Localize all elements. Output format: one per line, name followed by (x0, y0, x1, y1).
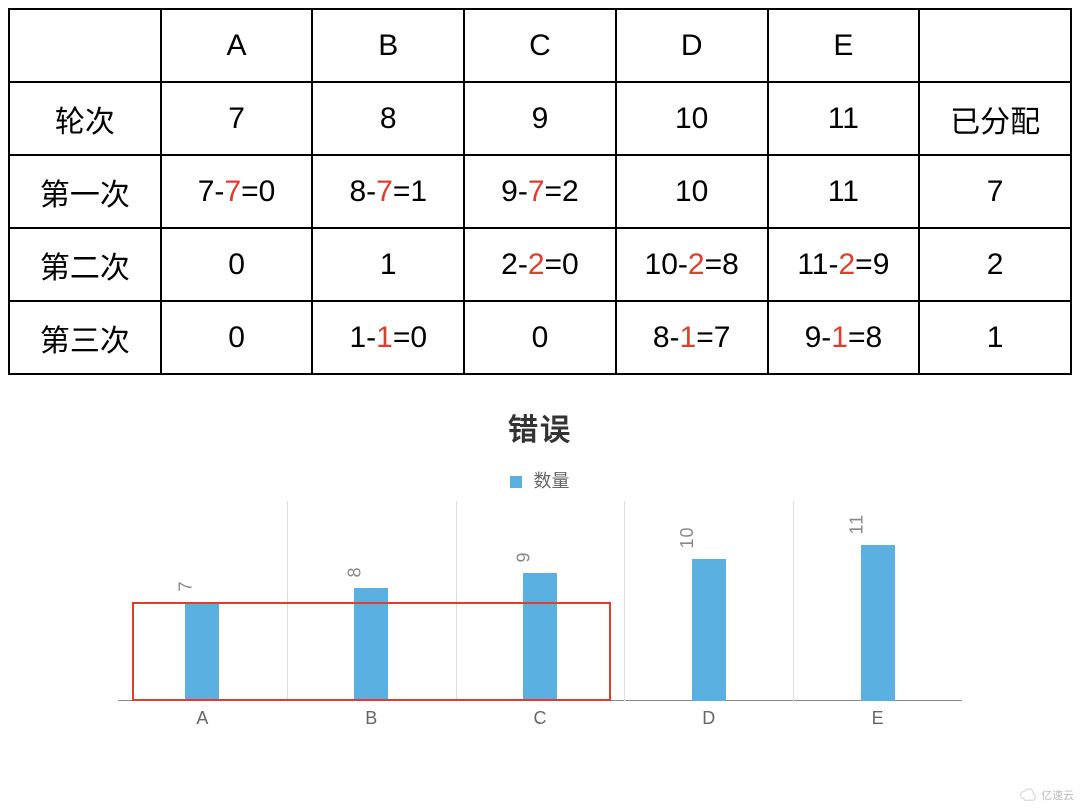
table-header-cell (9, 9, 161, 82)
chart-bar: 7 (118, 602, 287, 701)
chart-category-label: B (287, 708, 456, 729)
chart-category-label: D (624, 708, 793, 729)
table-header-cell: C (464, 9, 616, 82)
table-header-cell: B (312, 9, 464, 82)
chart-bar-value: 9 (513, 552, 534, 563)
table-cell: 10-2=8 (616, 228, 768, 301)
table-header-cell: E (768, 9, 920, 82)
chart-category-label: A (118, 708, 287, 729)
table-cell: 2-2=0 (464, 228, 616, 301)
table-cell: 10 (616, 82, 768, 155)
table-cell: 11-2=9 (768, 228, 920, 301)
table-cell: 9-7=2 (464, 155, 616, 228)
chart-bar: 10 (624, 559, 793, 701)
chart-bar: 9 (456, 573, 625, 701)
chart-category-label: C (456, 708, 625, 729)
chart-bar-value: 7 (176, 580, 197, 591)
chart-title: 错误 (8, 405, 1072, 449)
table-cell: 10 (616, 155, 768, 228)
table-cell: 8-1=7 (616, 301, 768, 374)
cloud-icon (1019, 788, 1037, 802)
table-header-cell: A (161, 9, 313, 82)
chart-bar-value: 8 (345, 566, 366, 577)
legend-swatch-icon (510, 476, 522, 488)
table-cell: 8 (312, 82, 464, 155)
data-table: ABCDE轮次7891011已分配第一次7-7=08-7=19-7=210117… (8, 8, 1072, 375)
table-tail-cell: 7 (919, 155, 1071, 228)
table-row-label: 轮次 (9, 82, 161, 155)
chart-plot-area: 7A8B9C10D11E (118, 501, 962, 729)
legend-label: 数量 (534, 471, 570, 491)
watermark-text: 亿速云 (1041, 787, 1074, 803)
table-header-cell (919, 9, 1071, 82)
table-cell: 0 (464, 301, 616, 374)
table-tail-cell: 1 (919, 301, 1071, 374)
table-tail-cell: 2 (919, 228, 1071, 301)
table-cell: 1-1=0 (312, 301, 464, 374)
chart-bar: 8 (287, 588, 456, 701)
chart-legend: 数量 (8, 467, 1072, 493)
table-cell: 7 (161, 82, 313, 155)
table-tail-cell: 已分配 (919, 82, 1071, 155)
table-cell: 7-7=0 (161, 155, 313, 228)
table-cell: 9 (464, 82, 616, 155)
chart-bar-value: 11 (846, 514, 867, 535)
table-row-label: 第一次 (9, 155, 161, 228)
table-cell: 0 (161, 301, 313, 374)
table-cell: 0 (161, 228, 313, 301)
table-header-cell: D (616, 9, 768, 82)
chart-category-label: E (793, 708, 962, 729)
chart-bar: 11 (793, 545, 962, 701)
table-cell: 11 (768, 82, 920, 155)
chart-container: 错误 数量 7A8B9C10D11E (8, 405, 1072, 729)
table-row-label: 第二次 (9, 228, 161, 301)
table-cell: 11 (768, 155, 920, 228)
table-cell: 8-7=1 (312, 155, 464, 228)
chart-bar-value: 10 (677, 527, 698, 549)
table-row-label: 第三次 (9, 301, 161, 374)
table-cell: 1 (312, 228, 464, 301)
watermark: 亿速云 (1019, 787, 1074, 803)
table-cell: 9-1=8 (768, 301, 920, 374)
